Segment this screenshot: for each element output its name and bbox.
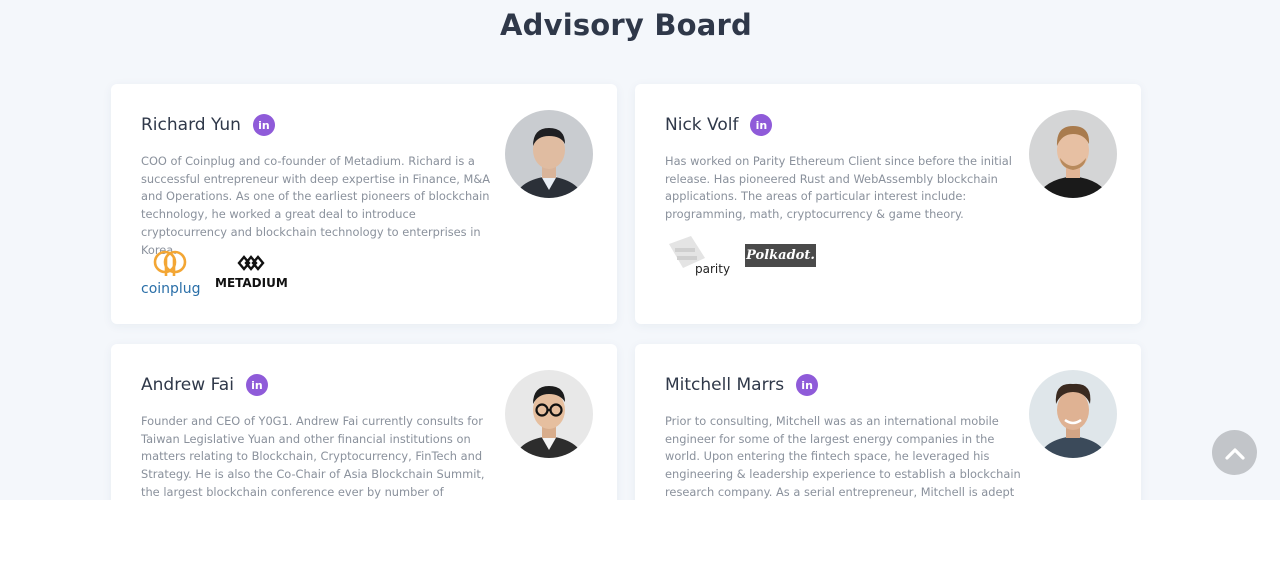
advisor-name: Mitchell Marrs	[665, 375, 785, 395]
linkedin-icon[interactable]: in	[796, 374, 819, 396]
advisory-board-section: Advisory Board Richard Yun in COO of Coi…	[0, 0, 1280, 500]
chevron-up-icon	[1224, 447, 1245, 460]
coinplug-logo: coinplug	[141, 250, 201, 297]
avatar	[505, 370, 593, 458]
avatar	[1029, 370, 1117, 458]
advisor-name: Andrew Fai	[141, 375, 234, 395]
metadium-logo: METADIUM	[215, 255, 288, 290]
linkedin-icon[interactable]: in	[750, 114, 773, 136]
advisor-name: Richard Yun	[141, 115, 241, 135]
avatar	[1029, 110, 1117, 198]
section-title: Advisory Board	[500, 8, 752, 42]
advisor-card: Richard Yun in COO of Coinplug and co-fo…	[111, 84, 617, 324]
company-logos: parity Polkadot.	[665, 234, 965, 294]
metadium-wordmark: METADIUM	[215, 276, 288, 290]
advisor-card: Nick Volf in Has worked on Parity Ethere…	[635, 84, 1141, 324]
parity-wordmark: parity	[695, 262, 731, 276]
linkedin-icon[interactable]: in	[252, 114, 275, 136]
advisor-bio: Founder and CEO of Y0G1. Andrew Fai curr…	[141, 414, 485, 499]
scroll-to-top-button[interactable]	[1212, 430, 1257, 475]
coinplug-wordmark: coinplug	[141, 281, 201, 297]
advisor-bio: Prior to consulting, Mitchell was as an …	[665, 414, 1021, 499]
metadium-icon	[237, 255, 265, 271]
advisor-card: Mitchell Marrs in Prior to consulting, M…	[635, 344, 1141, 500]
coinplug-icon	[153, 250, 187, 276]
avatar	[505, 110, 593, 198]
advisor-bio: Has worked on Parity Ethereum Client sin…	[665, 154, 1012, 222]
advisor-name: Nick Volf	[665, 115, 739, 135]
linkedin-icon[interactable]: in	[245, 374, 268, 396]
polkadot-logo: Polkadot.	[745, 244, 816, 267]
parity-logo: parity	[665, 234, 735, 280]
advisor-card: Andrew Fai in Founder and CEO of Y0G1. A…	[111, 344, 617, 500]
company-logos: coinplug METADIUM	[141, 250, 441, 310]
advisor-bio: COO of Coinplug and co-founder of Metadi…	[141, 154, 490, 257]
